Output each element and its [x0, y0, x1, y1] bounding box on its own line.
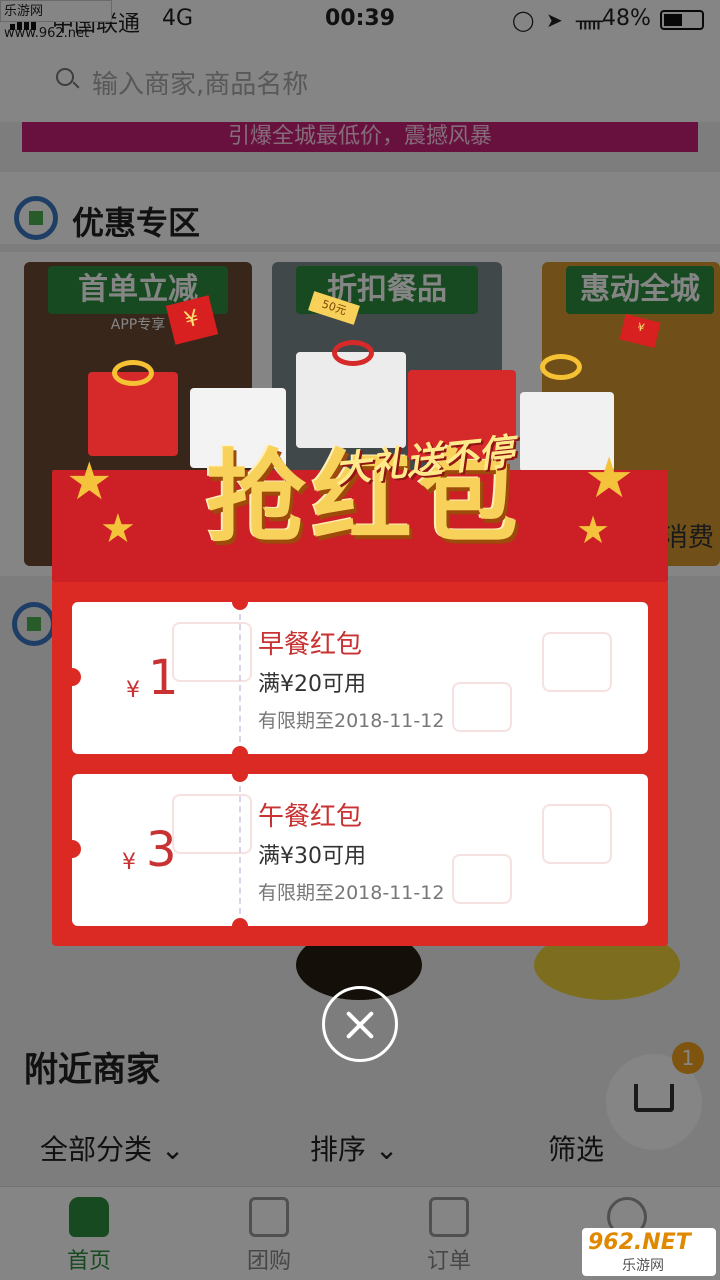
watermark-sub: 乐游网	[622, 1258, 664, 1274]
coupon-currency: ¥	[126, 678, 140, 703]
gift-bow-decoration	[332, 340, 374, 366]
star-decoration: ★	[100, 506, 136, 552]
coupon-validity: 有限期至2018-11-12	[258, 710, 445, 732]
close-popup-button[interactable]	[322, 986, 398, 1062]
star-decoration: ★	[576, 508, 611, 552]
coupon-name: 午餐红包	[258, 802, 363, 832]
watermark-bottom: 962.NET 乐游网	[582, 1228, 716, 1276]
coupon-card[interactable]: ¥ 3 午餐红包 满¥30可用 有限期至2018-11-12	[72, 774, 648, 926]
coupon-card[interactable]: ¥ 1 早餐红包 满¥20可用 有限期至2018-11-12	[72, 602, 648, 754]
coupon-amount: 3	[146, 822, 177, 878]
coupon-condition: 满¥30可用	[258, 844, 366, 869]
coupon-name: 早餐红包	[258, 630, 363, 660]
coupon-currency: ¥	[122, 850, 136, 875]
coupon-condition: 满¥20可用	[258, 672, 366, 697]
coupon-validity: 有限期至2018-11-12	[258, 882, 445, 904]
star-decoration: ★	[584, 446, 635, 511]
gift-bow-decoration	[112, 360, 154, 386]
coupon-amount: 1	[148, 650, 179, 706]
star-decoration: ★	[66, 452, 113, 512]
gift-bow-decoration	[540, 354, 582, 380]
watermark-brand: 962.NET	[588, 1230, 691, 1255]
